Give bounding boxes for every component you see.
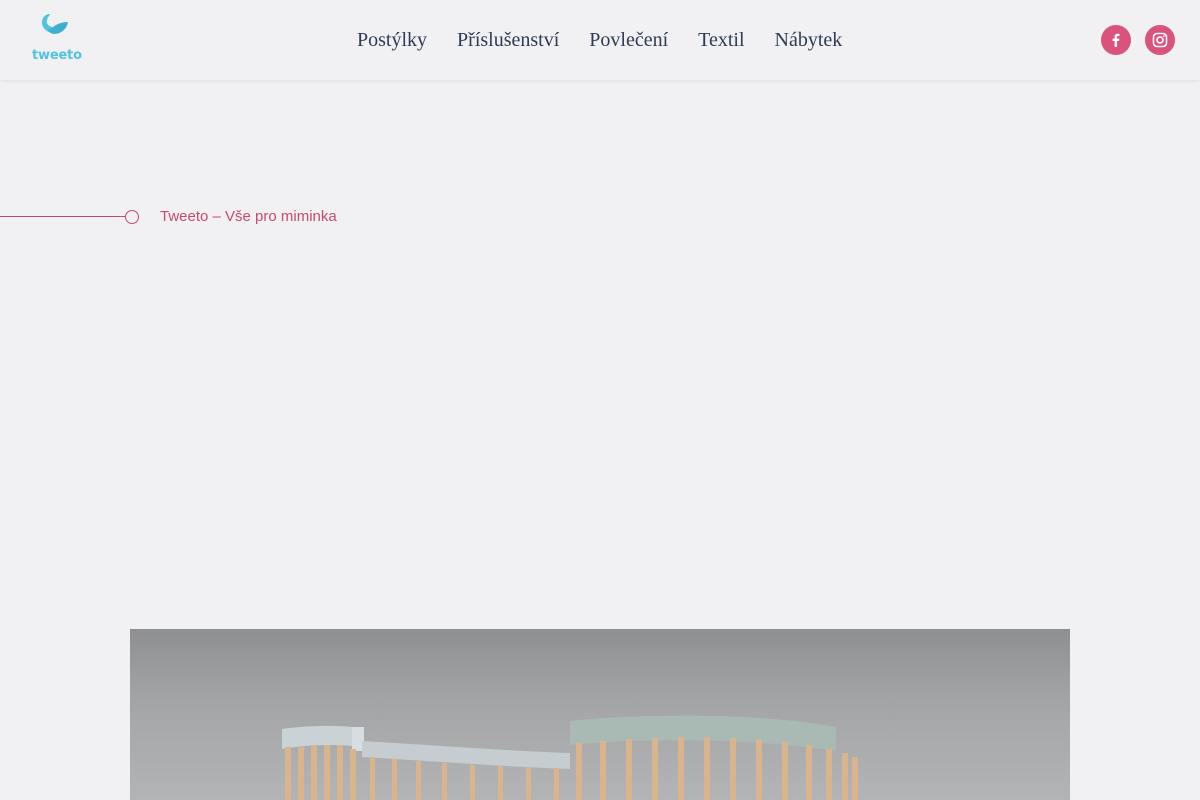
tagline-dot [125,210,139,224]
instagram-icon [1152,32,1168,48]
crib-illustration [282,715,858,800]
nav-item-postylky[interactable]: Postýlky [342,28,442,52]
nav-item-prislusenstvi[interactable]: Příslušenství [442,28,574,52]
nav-item-povleceni[interactable]: Povlečení [574,28,683,52]
tagline: Tweeto – Vše pro miminka [160,208,337,225]
main-nav: Postýlky Příslušenství Povlečení Textil … [342,28,857,52]
nav-item-textil[interactable]: Textil [683,28,759,52]
facebook-button[interactable] [1101,25,1131,55]
tagline-line [0,216,126,217]
logo[interactable]: tweeto [28,10,84,66]
site-header: tweeto Postýlky Příslušenství Povlečení … [0,0,1200,80]
hero-image [130,629,1070,800]
bird-logo-icon [42,14,68,34]
nav-item-nabytek[interactable]: Nábytek [760,28,858,52]
instagram-button[interactable] [1145,25,1175,55]
logo-text: tweeto [32,48,82,63]
facebook-icon [1112,33,1120,47]
